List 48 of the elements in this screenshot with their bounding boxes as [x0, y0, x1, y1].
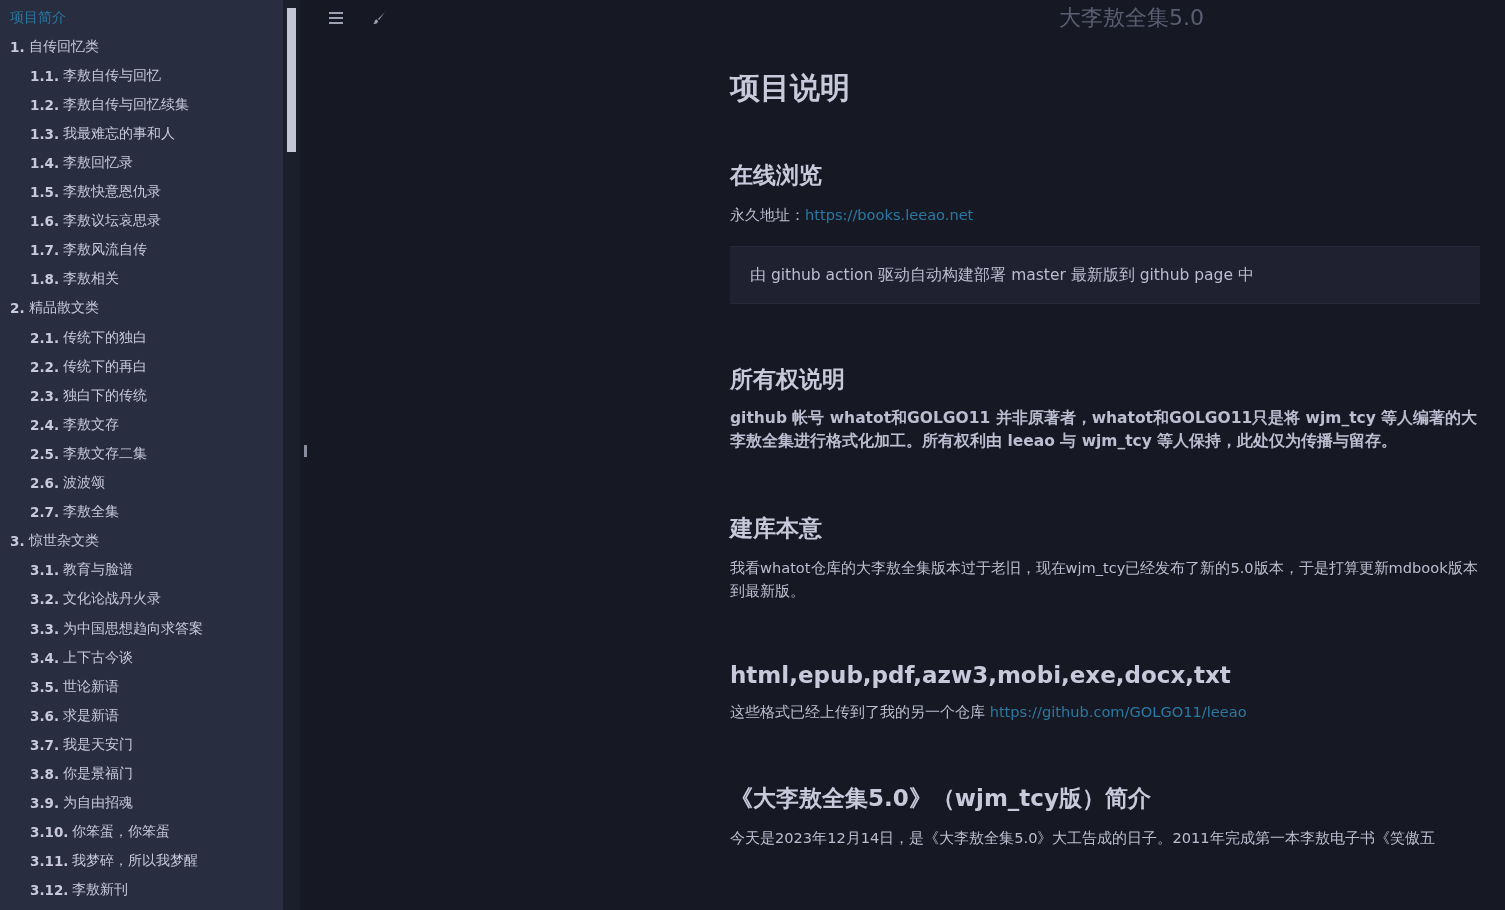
sidebar-item[interactable]: 3.8. 你是景福门 — [0, 759, 283, 789]
link[interactable]: https://github.com/GOLGO11/leeao — [989, 703, 1247, 720]
sidebar-item[interactable]: 1.1. 李敖自传与回忆 — [0, 61, 283, 91]
section-heading: 《大李敖全集5.0》（wjm_tcy版）简介 — [730, 784, 1152, 813]
book-title: 大李敖全集5.0 — [1059, 4, 1204, 32]
sidebar-item[interactable]: 2.7. 李敖全集 — [0, 497, 283, 527]
paragraph: 我看whatot仓库的大李敖全集版本过于老旧，现在wjm_tcy已经发布了新的5.0版本，于是打算更新mdbook版本到最新版。 — [730, 558, 1479, 601]
sidebar-item[interactable]: 1.2. 李敖自传与回忆续集 — [0, 90, 283, 120]
scrollbar-thumb[interactable] — [287, 8, 296, 152]
sidebar-item[interactable]: 2. 精品散文类 — [0, 293, 283, 324]
sidebar-item[interactable]: 1.5. 李敖快意恩仇录 — [0, 177, 283, 207]
sidebar-item[interactable]: 2.1. 传统下的独白 — [0, 323, 283, 353]
section-heading: html,epub,pdf,azw3,mobi,exe,docx,txt — [730, 662, 1232, 688]
sidebar-item[interactable]: 1.6. 李敖议坛哀思录 — [0, 206, 283, 236]
sidebar-item[interactable]: 2.6. 波波颂 — [0, 468, 283, 498]
sidebar-item[interactable]: 1.8. 李敖相关 — [0, 264, 283, 294]
sidebar-item[interactable]: 2.4. 李敖文存 — [0, 410, 283, 440]
page-heading: 项目说明 — [730, 69, 851, 107]
sidebar-item[interactable]: 3.5. 世论新语 — [0, 672, 283, 702]
link[interactable]: https://books.leeao.net — [805, 206, 974, 223]
section-heading: 所有权说明 — [730, 365, 846, 394]
paragraph: github 帐号 whatot和GOLGO11 并非原著者，whatot和GOLGO11只是将 wjm_tcy 等人编著的大李敖全集进行格式化加工。所有权利由 leeao 与 wjm_tcy 等人保持，此处仅为传播与留存。 — [730, 408, 1479, 452]
sidebar-item[interactable]: 3.7. 我是天安门 — [0, 730, 283, 760]
sidebar-item[interactable]: 1.3. 我最难忘的事和人 — [0, 119, 283, 149]
section-heading: 在线浏览 — [730, 161, 823, 190]
sidebar-item[interactable]: 3.2. 文化论战丹火录 — [0, 584, 283, 614]
sidebar-item[interactable]: 1.4. 李敖回忆录 — [0, 148, 283, 178]
sidebar-item[interactable]: 2.5. 李敖文存二集 — [0, 439, 283, 469]
resize-handle[interactable] — [304, 445, 307, 457]
sidebar-item[interactable]: 3.3. 为中国思想趋向求答案 — [0, 613, 283, 644]
sidebar-item[interactable]: 3.4. 上下古今谈 — [0, 643, 283, 673]
sidebar-item[interactable]: 3. 惊世杂文类 — [0, 526, 283, 556]
sidebar-item[interactable]: 3.11. 我梦碎，所以我梦醒 — [0, 846, 283, 876]
sidebar-item[interactable]: 3.10. 你笨蛋，你笨蛋 — [0, 817, 283, 847]
sidebar-item[interactable]: 3.6. 求是新语 — [0, 701, 283, 731]
sidebar-item[interactable]: 1.7. 李敖风流自传 — [0, 235, 283, 265]
paragraph: 这些格式已经上传到了我的另一个仓库 https://github.com/GOLGO11/leeao — [730, 702, 1248, 722]
blockquote: 由 github action 驱动自动构建部署 master 最新版到 github page 中 — [730, 246, 1480, 304]
sidebar-item[interactable]: 3.9. 为自由招魂 — [0, 788, 283, 818]
paragraph: 今天是2023年12月14日，是《大李敖全集5.0》大工告成的日子。2011年完成第一本李敖电子书《笑傲五 — [730, 828, 1436, 848]
sidebar-item[interactable]: 3.12. 李敖新刊 — [0, 875, 283, 905]
sidebar-item[interactable]: 1. 自传回忆类 — [0, 32, 283, 62]
menu-icon[interactable] — [328, 11, 344, 25]
section-heading: 建库本意 — [730, 514, 823, 543]
sidebar-item[interactable]: 2.2. 传统下的再白 — [0, 352, 283, 382]
paragraph: 永久地址：https://books.leeao.net — [730, 205, 975, 225]
sidebar-item[interactable]: 3.1. 教育与脸谱 — [0, 555, 283, 585]
sidebar-item[interactable]: 2.3. 独白下的传统 — [0, 381, 283, 411]
